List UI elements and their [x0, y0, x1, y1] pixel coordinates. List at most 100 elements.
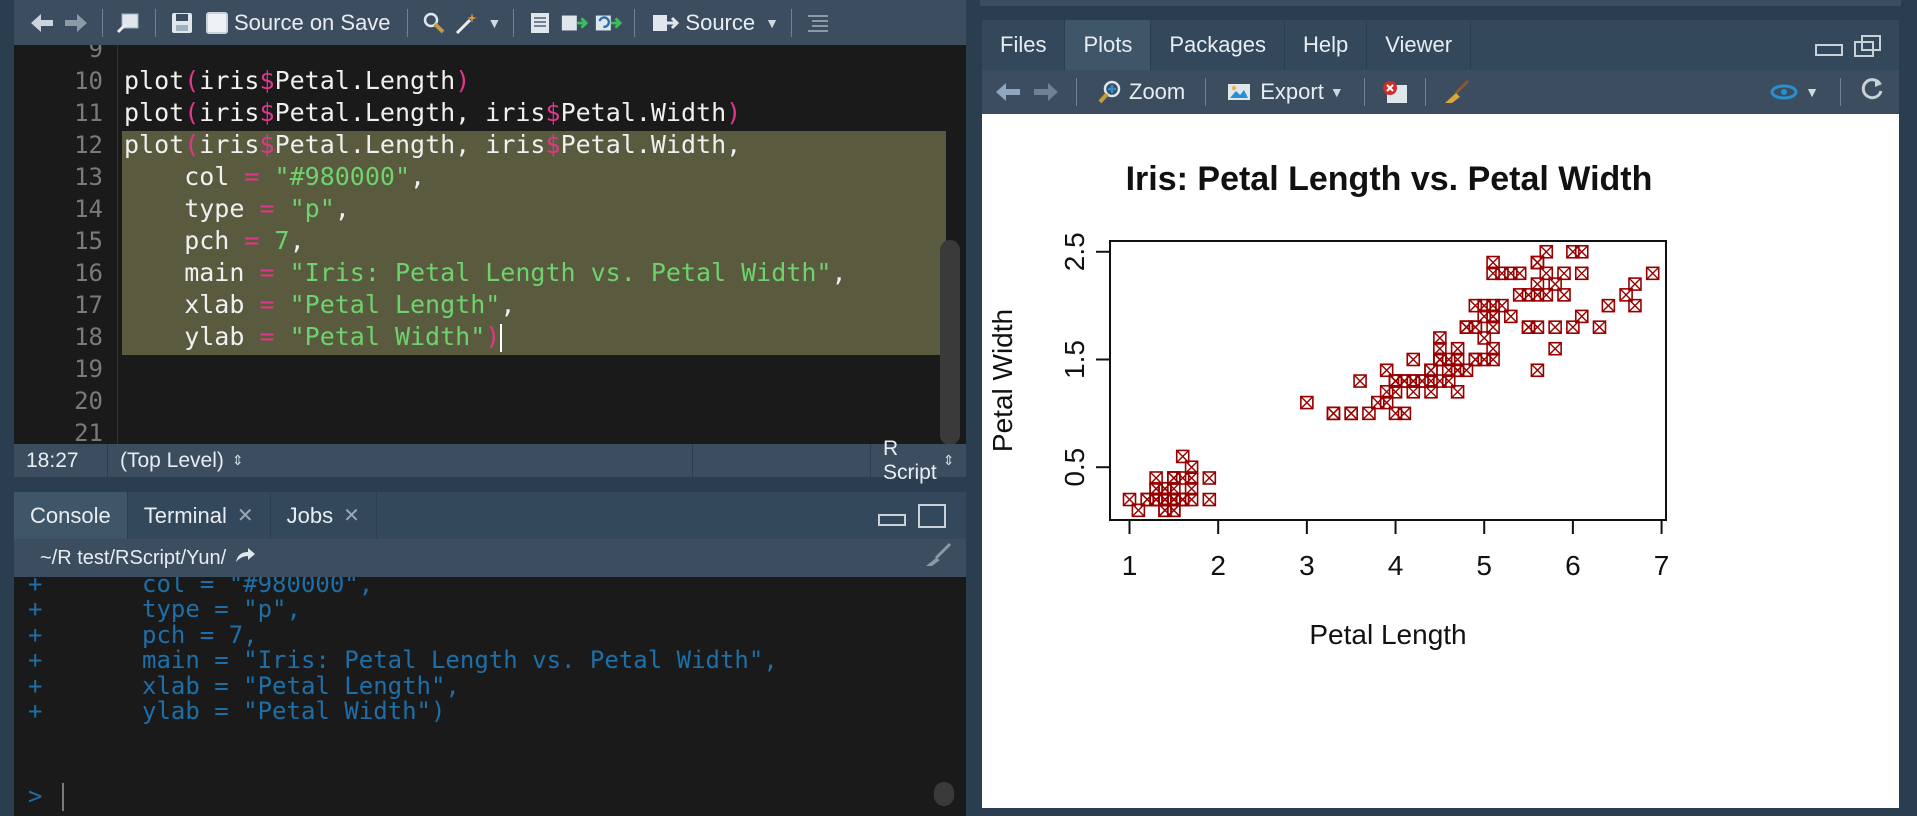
restore-icon[interactable]	[1853, 34, 1883, 63]
zoom-button[interactable]: Zoom	[1093, 74, 1189, 110]
tab-plots[interactable]: Plots	[1065, 20, 1152, 70]
show-in-window-icon[interactable]	[115, 10, 143, 36]
data-point	[1344, 406, 1358, 421]
clear-console-broom-icon[interactable]	[922, 542, 952, 574]
data-point	[1574, 266, 1589, 281]
y-tick-label: 2.5	[1059, 232, 1090, 271]
code-editor[interactable]: 9 10 11 12 13 14 15 16 17 18 19 20 21 plot(iris$Peta…	[14, 45, 966, 444]
code-content[interactable]: plot(iris$Petal.Length) plot(iris$Petal.L…	[122, 45, 946, 444]
data-point	[1539, 244, 1554, 259]
minimize-icon[interactable]	[1815, 44, 1843, 56]
tab-viewer[interactable]: Viewer	[1367, 20, 1472, 70]
code-line[interactable]: main = "Iris: Petal Length vs. Petal Wid…	[122, 257, 846, 289]
scope-selector[interactable]: (Top Level) ⇕	[108, 444, 693, 477]
minimize-icon[interactable]	[878, 514, 906, 526]
code-line[interactable]: type = "p",	[122, 193, 350, 225]
data-point	[1202, 492, 1217, 507]
filetype-selector[interactable]: R Script ⇕	[870, 437, 966, 484]
working-directory-bar: ~/R test/RScript/Yun/	[14, 539, 966, 577]
toolbar-divider	[1205, 78, 1207, 106]
remove-plot-icon[interactable]	[1381, 79, 1409, 105]
back-arrow-icon[interactable]	[28, 10, 56, 36]
viewer-top-strip	[980, 0, 1901, 6]
data-point	[1574, 309, 1589, 324]
go-to-directory-icon[interactable]	[234, 546, 256, 570]
code-line[interactable]: xlab = "Petal Length",	[122, 289, 515, 321]
export-button[interactable]: Export ▼	[1222, 74, 1347, 110]
tab-packages[interactable]: Packages	[1151, 20, 1285, 70]
viewer-tabs: Files Plots Packages Help Viewer	[982, 20, 1899, 70]
save-icon[interactable]	[168, 10, 196, 36]
code-line[interactable]	[122, 385, 124, 417]
x-tick-label: 4	[1388, 550, 1404, 581]
source-button[interactable]: Source	[647, 5, 759, 41]
source-icon	[653, 14, 680, 31]
line-number: 13	[74, 163, 103, 191]
code-line[interactable]	[122, 353, 124, 385]
publish-button[interactable]: ▼	[1769, 80, 1819, 104]
data-point	[1645, 266, 1660, 281]
search-icon[interactable]	[420, 10, 448, 36]
run-line-icon[interactable]	[560, 10, 589, 36]
code-line[interactable]: plot(iris$Petal.Length, iris$Petal.Width…	[122, 97, 741, 129]
cursor-position: 18:27	[14, 444, 108, 477]
forward-arrow-icon[interactable]	[62, 10, 90, 36]
data-point	[1406, 352, 1421, 367]
y-axis-label: Petal Width	[987, 309, 1018, 452]
plot-canvas: Iris: Petal Length vs. Petal Width Petal …	[982, 114, 1899, 808]
tab-label: Help	[1303, 32, 1349, 57]
data-point	[1512, 288, 1527, 302]
code-line[interactable]: plot(iris$Petal.Length, iris$Petal.Width…	[122, 129, 741, 161]
working-directory-path[interactable]: ~/R test/RScript/Yun/	[40, 547, 226, 570]
maximize-icon[interactable]	[918, 504, 946, 528]
console-output[interactable]: > + col = "#980000", + type = "p", + pch = 7,…	[14, 577, 966, 816]
line-number: 20	[74, 387, 103, 415]
line-number: 12	[74, 131, 103, 159]
x-tick-label: 2	[1210, 550, 1226, 581]
x-tick-label: 3	[1299, 550, 1315, 581]
code-line[interactable]	[122, 45, 124, 65]
clear-all-plots-broom-icon[interactable]	[1442, 79, 1470, 105]
chevron-down-icon[interactable]: ▼	[765, 15, 779, 31]
tab-console[interactable]: Console	[14, 492, 128, 539]
compile-report-icon[interactable]	[526, 10, 554, 36]
chevron-down-icon: ▼	[1805, 84, 1819, 100]
tab-label: Viewer	[1385, 32, 1453, 57]
previous-plot-arrow-icon[interactable]	[994, 79, 1022, 105]
tab-terminal[interactable]: Terminal ✕	[128, 492, 271, 539]
code-line[interactable]: pch = 7,	[122, 225, 304, 257]
source-button-label: Source	[685, 9, 756, 35]
tab-jobs[interactable]: Jobs ✕	[271, 492, 377, 539]
refresh-icon[interactable]	[1859, 76, 1885, 108]
data-point	[1628, 277, 1642, 291]
document-outline-icon[interactable]	[804, 10, 832, 36]
source-on-save-checkbox[interactable]	[206, 11, 228, 34]
code-line[interactable]: col = "#980000",	[122, 161, 425, 193]
console-pane: Console Terminal ✕ Jobs ✕ ~/R test/RScri…	[14, 492, 966, 816]
toolbar-divider	[406, 8, 408, 37]
tab-files[interactable]: Files	[982, 20, 1066, 70]
next-plot-arrow-icon[interactable]	[1032, 79, 1060, 105]
rerun-icon[interactable]	[594, 10, 623, 36]
tab-help[interactable]: Help	[1285, 20, 1368, 70]
console-scrollbar[interactable]	[934, 782, 954, 806]
source-on-save-toggle[interactable]: Source on Save	[202, 5, 395, 41]
tab-label: Jobs	[286, 502, 334, 528]
code-tools-wand-icon[interactable]	[454, 10, 482, 36]
continuation-prompt: +	[28, 697, 43, 725]
close-icon[interactable]: ✕	[237, 503, 254, 528]
code-line[interactable]: ylab = "Petal Width")	[122, 321, 503, 353]
code-line[interactable]: plot(iris$Petal.Length)	[122, 65, 470, 97]
data-point	[1495, 266, 1509, 281]
x-axis-label: Petal Length	[1309, 619, 1466, 650]
data-point	[1601, 298, 1616, 313]
line-number: 15	[74, 227, 103, 255]
chevron-down-icon[interactable]: ▼	[488, 15, 502, 31]
code-line[interactable]	[122, 417, 124, 444]
close-icon[interactable]: ✕	[343, 503, 360, 528]
zoom-icon	[1098, 80, 1121, 104]
tab-label: Files	[1000, 32, 1047, 57]
editor-scrollbar[interactable]	[940, 240, 960, 444]
export-image-icon	[1228, 84, 1251, 100]
line-number: 11	[74, 99, 103, 127]
